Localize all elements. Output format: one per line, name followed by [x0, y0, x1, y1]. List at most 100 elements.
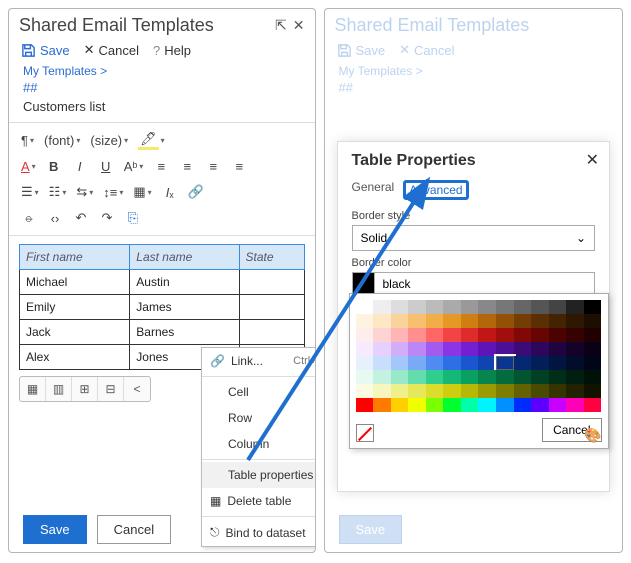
- color-swatch[interactable]: [531, 314, 549, 328]
- color-swatch[interactable]: [584, 370, 602, 384]
- color-swatch[interactable]: [408, 384, 426, 398]
- tabletool-delete-icon[interactable]: ▥: [46, 377, 72, 401]
- color-swatch[interactable]: [584, 314, 602, 328]
- color-swatch[interactable]: [496, 300, 514, 314]
- align-center-button[interactable]: ≡: [175, 155, 199, 177]
- color-swatch[interactable]: [584, 356, 602, 370]
- color-swatch[interactable]: [391, 342, 409, 356]
- color-swatch[interactable]: [566, 370, 584, 384]
- color-swatch[interactable]: [426, 398, 444, 412]
- color-swatch[interactable]: [549, 356, 567, 370]
- color-swatch[interactable]: [461, 356, 479, 370]
- color-swatch[interactable]: [531, 370, 549, 384]
- color-swatch[interactable]: [514, 356, 532, 370]
- color-swatch[interactable]: [531, 300, 549, 314]
- color-swatch[interactable]: [443, 398, 461, 412]
- color-swatch[interactable]: [496, 314, 514, 328]
- tabletool-more-icon[interactable]: <: [124, 377, 150, 401]
- table-cell[interactable]: [239, 295, 304, 320]
- color-picker-icon[interactable]: 🎨: [584, 427, 601, 444]
- color-swatch[interactable]: [514, 314, 532, 328]
- table-header[interactable]: Last name: [130, 245, 239, 270]
- underline-button[interactable]: U: [94, 155, 118, 177]
- color-swatch[interactable]: [391, 384, 409, 398]
- color-swatch[interactable]: [356, 342, 374, 356]
- color-swatch[interactable]: [566, 328, 584, 342]
- color-swatch[interactable]: [478, 356, 496, 370]
- table-header[interactable]: First name: [20, 245, 130, 270]
- color-swatch[interactable]: [549, 300, 567, 314]
- color-swatch[interactable]: [426, 314, 444, 328]
- color-swatch[interactable]: [391, 398, 409, 412]
- color-swatch[interactable]: [496, 356, 514, 370]
- align-justify-button[interactable]: ≡: [227, 155, 251, 177]
- table-cell[interactable]: Michael: [20, 270, 130, 295]
- bold-button[interactable]: B: [42, 155, 66, 177]
- color-swatch[interactable]: [373, 370, 391, 384]
- color-palette[interactable]: [356, 300, 602, 412]
- color-swatch[interactable]: [461, 300, 479, 314]
- color-swatch[interactable]: [514, 300, 532, 314]
- color-swatch[interactable]: [461, 370, 479, 384]
- color-swatch[interactable]: [478, 398, 496, 412]
- color-swatch[interactable]: [531, 384, 549, 398]
- color-swatch[interactable]: [408, 342, 426, 356]
- paragraph-style-select[interactable]: ¶▾: [17, 129, 38, 151]
- color-swatch[interactable]: [566, 384, 584, 398]
- color-swatch[interactable]: [426, 356, 444, 370]
- color-swatch[interactable]: [426, 384, 444, 398]
- color-swatch[interactable]: [356, 398, 374, 412]
- color-swatch[interactable]: [356, 356, 374, 370]
- help-button[interactable]: ? Help: [153, 43, 191, 58]
- color-swatch[interactable]: [426, 370, 444, 384]
- color-swatch[interactable]: [549, 314, 567, 328]
- menu-table-properties[interactable]: Table properties: [202, 462, 316, 488]
- table-row[interactable]: EmilyJames: [20, 295, 305, 320]
- color-swatch[interactable]: [373, 314, 391, 328]
- color-swatch[interactable]: [496, 370, 514, 384]
- color-swatch[interactable]: [461, 384, 479, 398]
- color-swatch[interactable]: [373, 356, 391, 370]
- color-swatch[interactable]: [496, 398, 514, 412]
- color-swatch[interactable]: [408, 300, 426, 314]
- color-swatch[interactable]: [549, 370, 567, 384]
- no-color-icon[interactable]: [356, 424, 374, 442]
- color-swatch[interactable]: [408, 314, 426, 328]
- template-subject[interactable]: Customers list: [9, 95, 315, 123]
- tab-general[interactable]: General: [352, 180, 395, 200]
- color-swatch[interactable]: [443, 300, 461, 314]
- color-swatch[interactable]: [531, 342, 549, 356]
- tabletool-props-icon[interactable]: ▦: [20, 377, 46, 401]
- table-row[interactable]: MichaelAustin: [20, 270, 305, 295]
- color-swatch[interactable]: [461, 328, 479, 342]
- color-swatch[interactable]: [408, 370, 426, 384]
- color-swatch[interactable]: [408, 398, 426, 412]
- color-swatch[interactable]: [443, 384, 461, 398]
- size-select[interactable]: (size)▾: [86, 129, 132, 151]
- color-swatch[interactable]: [461, 314, 479, 328]
- table-cell[interactable]: Emily: [20, 295, 130, 320]
- font-select[interactable]: (font)▾: [40, 129, 84, 151]
- color-swatch[interactable]: [478, 300, 496, 314]
- color-swatch[interactable]: [496, 342, 514, 356]
- table-cell[interactable]: Jack: [20, 320, 130, 345]
- pin-icon[interactable]: ⇱: [275, 17, 287, 34]
- table-button[interactable]: ▦▾: [129, 181, 155, 203]
- color-swatch[interactable]: [426, 300, 444, 314]
- color-swatch[interactable]: [531, 398, 549, 412]
- color-swatch[interactable]: [514, 328, 532, 342]
- align-right-button[interactable]: ≡: [201, 155, 225, 177]
- italic-button[interactable]: I: [68, 155, 92, 177]
- color-swatch[interactable]: [514, 370, 532, 384]
- color-swatch[interactable]: [443, 370, 461, 384]
- color-swatch[interactable]: [408, 328, 426, 342]
- table-row[interactable]: JackBarnes: [20, 320, 305, 345]
- table-cell[interactable]: Barnes: [130, 320, 239, 345]
- line-height-button[interactable]: ↕≡▾: [99, 181, 127, 203]
- save-button[interactable]: Save: [23, 515, 87, 544]
- color-swatch[interactable]: [566, 314, 584, 328]
- color-swatch[interactable]: [356, 370, 374, 384]
- color-swatch[interactable]: [549, 398, 567, 412]
- color-swatch[interactable]: [496, 384, 514, 398]
- clear-format-button[interactable]: Iₓ: [158, 181, 182, 203]
